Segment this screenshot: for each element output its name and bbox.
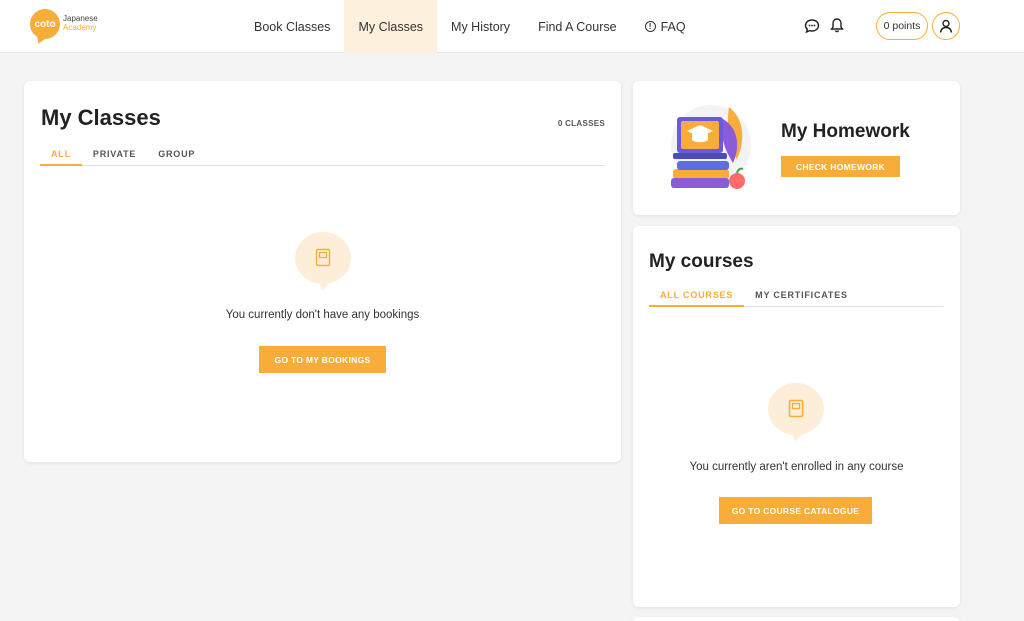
tab-all[interactable]: ALL <box>40 149 82 166</box>
logo-line-1: Japanese <box>63 14 98 23</box>
user-menu-button[interactable] <box>932 12 960 40</box>
classes-tabs: ALL PRIVATE GROUP <box>40 149 605 166</box>
check-homework-button[interactable]: CHECK HOMEWORK <box>781 156 900 177</box>
empty-courses-illustration <box>768 383 824 435</box>
homework-illustration <box>671 105 751 189</box>
my-courses-card: My courses ALL COURSES MY CERTIFICATES Y… <box>633 226 960 607</box>
nav-my-classes[interactable]: My Classes <box>344 0 438 53</box>
empty-courses-text: You currently aren't enrolled in any cou… <box>689 461 904 473</box>
my-classes-title: My Classes <box>41 105 161 130</box>
courses-tabs: ALL COURSES MY CERTIFICATES <box>649 290 943 307</box>
my-classes-card: My Classes 0 CLASSES ALL PRIVATE GROUP Y… <box>24 81 621 462</box>
nav-book-classes[interactable]: Book Classes <box>240 0 344 53</box>
empty-bookings-illustration <box>295 232 351 284</box>
classes-count: 0 CLASSES <box>557 119 605 128</box>
tab-all-courses[interactable]: ALL COURSES <box>649 290 745 307</box>
tab-group[interactable]: GROUP <box>147 149 206 165</box>
chat-bubble-icon[interactable] <box>804 18 820 34</box>
tab-my-certificates[interactable]: MY CERTIFICATES <box>744 290 859 306</box>
nav-find-a-course[interactable]: Find A Course <box>524 0 631 53</box>
nav-faq-label: FAQ <box>660 19 686 34</box>
coto-logo[interactable]: coto Japanese Academy <box>30 9 110 43</box>
logo-line-2: Academy <box>63 23 97 32</box>
main-nav: Book Classes My Classes My History Find … <box>240 0 700 53</box>
go-to-course-catalogue-button[interactable]: GO TO COURSE CATALOGUE <box>719 497 872 524</box>
empty-bookings-text: You currently don't have any bookings <box>225 309 420 321</box>
my-courses-title: My courses <box>649 251 754 272</box>
points-badge[interactable]: 0 points <box>876 12 928 40</box>
my-homework-title: My Homework <box>781 121 910 142</box>
my-homework-card: My Homework CHECK HOMEWORK <box>633 81 960 215</box>
top-nav-bar: coto Japanese Academy Book Classes My Cl… <box>0 0 1024 53</box>
info-icon: ! <box>644 21 656 32</box>
book-icon <box>788 399 804 418</box>
nav-my-history[interactable]: My History <box>437 0 524 53</box>
next-card <box>633 617 960 621</box>
logo-mark: coto <box>30 9 60 39</box>
logo-text: Japanese Academy <box>63 14 98 32</box>
bell-icon[interactable] <box>829 17 845 33</box>
go-to-bookings-button[interactable]: GO TO MY BOOKINGS <box>259 346 386 373</box>
nav-faq[interactable]: ! FAQ <box>631 0 700 53</box>
book-icon <box>315 248 331 267</box>
tab-private[interactable]: PRIVATE <box>82 149 147 165</box>
user-icon <box>939 19 953 33</box>
